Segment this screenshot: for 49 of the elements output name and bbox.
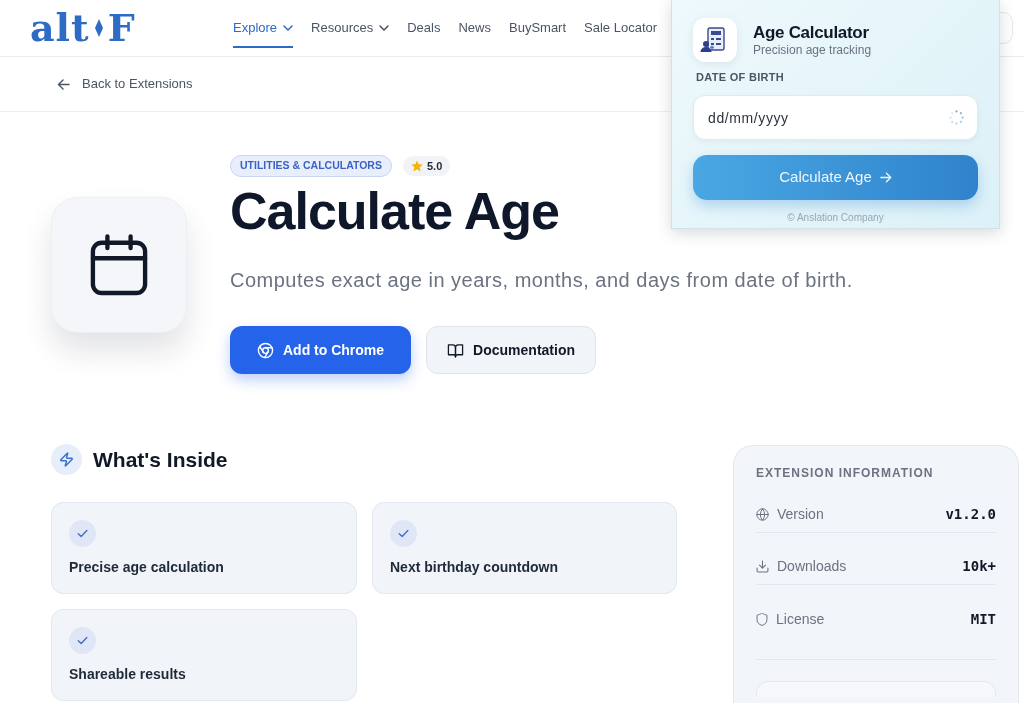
section-heading: What's Inside: [93, 446, 228, 473]
browser-icon: [257, 341, 274, 359]
logo-text[interactable]: F: [107, 9, 135, 47]
back-link[interactable]: Back to Extensions: [57, 74, 193, 94]
globe-icon: [756, 508, 769, 521]
popup-footer: © Anslation Company: [787, 212, 884, 224]
chevron-down-icon: [379, 25, 390, 31]
download-icon: [756, 560, 769, 573]
popup-title: Age Calculator: [753, 22, 870, 43]
documentation-button[interactable]: Documentation: [426, 326, 596, 374]
info-value: MIT: [970, 609, 996, 629]
info-value: v1.2.0: [945, 505, 996, 524]
nav-link[interactable]: Deals: [407, 18, 441, 48]
category-tag: UTILITIES & CALCULATORS: [230, 155, 392, 177]
diamond-icon: [94, 19, 103, 37]
nav-link[interactable]: Sale Locator: [584, 18, 658, 48]
date-field[interactable]: dd/mm/yyyy: [693, 95, 978, 140]
nav-link[interactable]: BuySmart: [509, 18, 567, 48]
star-icon: [410, 160, 423, 172]
feature-label: Precise age calculation: [69, 558, 224, 576]
lightning-icon: [51, 444, 82, 475]
loading-spinner-icon: [949, 110, 964, 125]
book-icon: [447, 341, 465, 359]
shield-icon: [756, 612, 768, 626]
check-icon: [69, 627, 96, 654]
extension-description: Computes exact age in years, months, and days from date of birth.: [230, 268, 853, 293]
info-label: License: [776, 609, 825, 629]
arrow-right-icon: [879, 172, 892, 183]
info-label: Version: [777, 505, 824, 524]
info-label: Downloads: [777, 557, 847, 576]
logo-text[interactable]: alt: [30, 9, 90, 47]
feature-label: Next birthday countdown: [390, 558, 558, 576]
calculator-icon: [693, 18, 737, 62]
panel-heading: EXTENSION INFORMATION: [756, 465, 934, 481]
arrow-left-icon: [57, 78, 70, 90]
check-icon: [69, 520, 96, 547]
check-icon: [390, 520, 417, 547]
feature-label: Shareable results: [69, 665, 186, 683]
nav-link[interactable]: Explore: [233, 18, 294, 48]
rating-value: 5.0: [426, 158, 443, 174]
popup-subtitle: Precision age tracking: [753, 42, 872, 58]
extension-title: Calculate Age: [230, 181, 559, 241]
add-to-chrome-button[interactable]: Add to Chrome: [230, 326, 412, 374]
info-value: 10k+: [962, 557, 996, 576]
calendar-icon: [51, 196, 187, 333]
field-label: DATE OF BIRTH: [695, 72, 785, 83]
nav-link[interactable]: Resources: [311, 18, 390, 48]
chevron-down-icon: [283, 25, 294, 31]
nav-link[interactable]: News: [458, 18, 491, 48]
